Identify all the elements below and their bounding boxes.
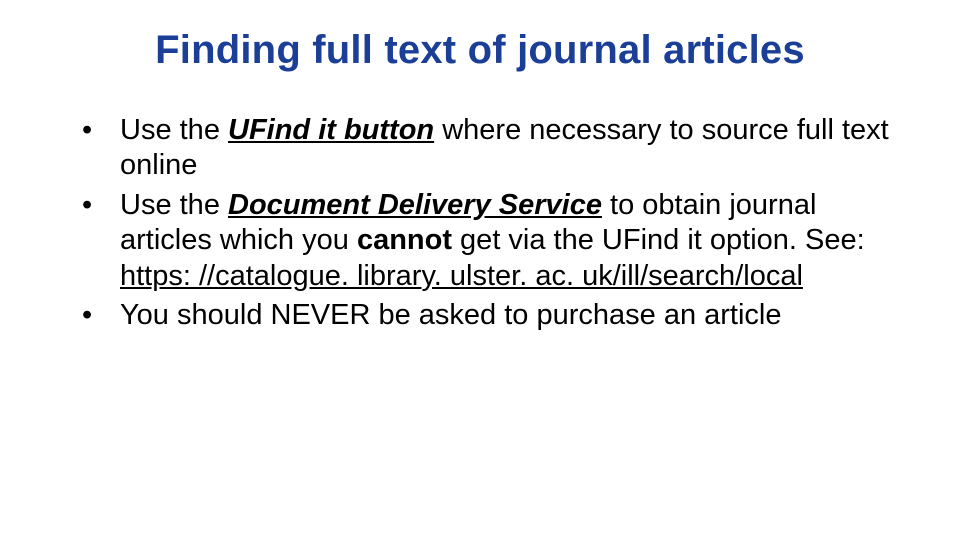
bullet-text: Use the: [120, 189, 228, 221]
document-delivery-service-label: Document Delivery Service: [228, 189, 602, 221]
bullet-text: Use the: [120, 114, 228, 146]
cannot-emphasis: cannot: [357, 224, 452, 256]
catalogue-link[interactable]: https: //catalogue. library. ulster. ac.…: [120, 260, 803, 292]
slide: Finding full text of journal articles Us…: [0, 0, 960, 540]
bullet-item: Use the Document Delivery Service to obt…: [82, 188, 900, 294]
slide-title: Finding full text of journal articles: [60, 28, 900, 73]
bullet-text: You should NEVER be asked to purchase an…: [120, 299, 782, 331]
bullet-item: Use the UFind it button where necessary …: [82, 113, 900, 184]
bullet-text: get via the UFind it option. See:: [452, 224, 865, 256]
bullet-list: Use the UFind it button where necessary …: [60, 113, 900, 333]
bullet-item: You should NEVER be asked to purchase an…: [82, 298, 900, 333]
ufind-it-button-label: UFind it button: [228, 114, 434, 146]
